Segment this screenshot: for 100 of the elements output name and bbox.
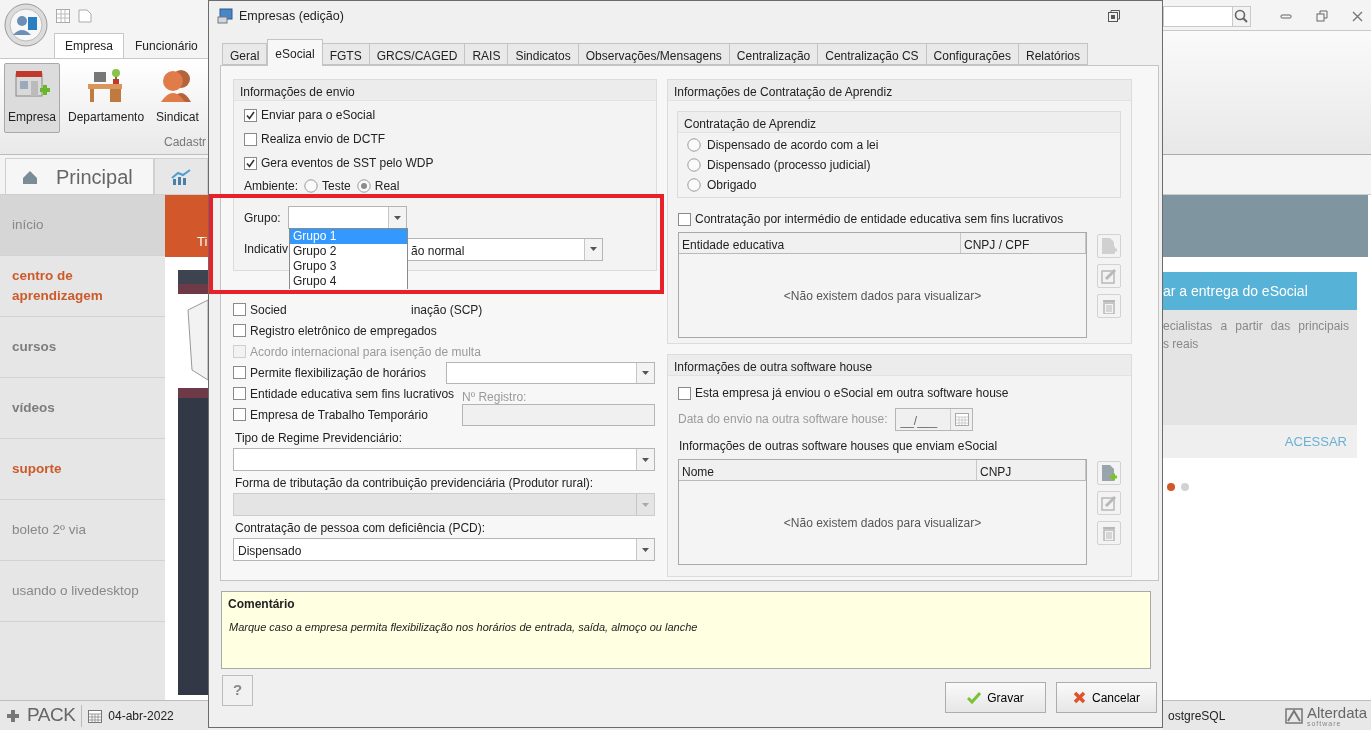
checkbox[interactable] [678, 386, 691, 400]
radio-label: Dispensado (processo judicial) [707, 157, 871, 174]
ribbon-group-label: Cadastr [164, 134, 207, 151]
home-icon [22, 169, 38, 184]
radio-button[interactable] [687, 178, 701, 192]
dropdown-option[interactable]: Grupo 3 [290, 259, 407, 274]
checkbox[interactable] [244, 156, 257, 170]
tab[interactable]: Relatórios [1019, 43, 1089, 65]
edit-icon [1101, 268, 1117, 284]
field-label: Forma de tributação da contribuição previdenciária (Produtor rural): [234, 475, 595, 492]
app-menu-button[interactable] [4, 3, 48, 47]
checkbox[interactable] [233, 387, 246, 400]
group-title: Contratação de Aprendiz [678, 112, 1120, 133]
ribbon-tab[interactable]: Funcionário [124, 33, 208, 58]
column-header: CNPJ / CPF [961, 233, 1086, 253]
tab[interactable]: Configurações [926, 43, 1019, 65]
tab[interactable]: Centralização CS [818, 43, 927, 65]
carousel-dot[interactable] [1181, 483, 1189, 491]
restore-icon[interactable] [1108, 10, 1120, 22]
tab[interactable]: Centralização [729, 43, 819, 65]
column-header: Entidade educativa [679, 233, 961, 253]
field-label: Contratação de pessoa com deficiência (PCD): [234, 520, 487, 537]
dialog-button[interactable]: Gravar [945, 682, 1046, 713]
tab[interactable]: GRCS/CAGED [369, 43, 466, 65]
caret-icon [642, 370, 649, 375]
dropdown-field[interactable] [446, 361, 655, 384]
checkbox[interactable] [233, 408, 246, 421]
vendor-logo-icon [1284, 707, 1303, 724]
card-title: ar a entrega do eSocial [1163, 272, 1357, 310]
calendar-icon [88, 708, 103, 723]
checkbox-label: Empresa de Trabalho Temporário [250, 406, 428, 424]
dropdown-field[interactable] [288, 206, 407, 229]
checkbox-label: inação (SCP) [411, 301, 483, 319]
brand-logo: PACK [27, 703, 76, 728]
search-field[interactable] [1163, 5, 1233, 27]
checkbox-label: Registro eletrônico de empregados [250, 322, 437, 340]
toolbar-button[interactable] [1097, 461, 1121, 485]
caret-icon [642, 502, 649, 507]
dialog-button[interactable]: Cancelar [1056, 682, 1157, 713]
checkbox[interactable] [233, 324, 246, 337]
grid-icon[interactable] [56, 9, 70, 23]
window-icon [217, 8, 233, 24]
checkbox-label: Realiza envio de DCTF [261, 131, 386, 148]
column-header: CNPJ [977, 460, 1086, 480]
check-icon [967, 691, 982, 704]
dropdown-field[interactable] [233, 448, 655, 471]
tab[interactable]: Geral [222, 43, 268, 65]
add-document-icon [1101, 464, 1117, 482]
caret-icon [590, 247, 597, 251]
tab[interactable]: Observações/Mensagens [578, 43, 730, 65]
dropdown-field[interactable]: Dispensado [233, 538, 655, 561]
carousel-dot[interactable] [1167, 483, 1175, 491]
window-title: Empresas (edição) [239, 7, 344, 25]
status-date: 04-abr-2022 [108, 707, 174, 725]
empty-message: <Não existem dados para visualizar> [782, 287, 983, 305]
edit-icon [1101, 495, 1117, 511]
chart-icon [171, 168, 191, 185]
ribbon-button[interactable]: Departamento [64, 63, 149, 133]
view-tab[interactable] [154, 158, 208, 194]
trash-icon [1102, 525, 1116, 541]
add-document-icon [1101, 237, 1117, 255]
checkbox[interactable] [678, 212, 691, 226]
checkbox-label: Contratação por intermédio de entidade educativa sem fins lucrativos [695, 211, 1064, 228]
group-title: Informações de envio [234, 80, 656, 101]
ribbon-button[interactable]: Empresa [4, 63, 61, 133]
tab[interactable]: RAIS [465, 43, 509, 65]
dropdown-option[interactable]: Grupo 2 [290, 244, 407, 259]
field-label: Data do envio na outra software house: [678, 411, 888, 428]
document-icon[interactable] [78, 9, 92, 23]
ribbon-tab[interactable]: Empresa [54, 33, 125, 58]
close-icon [1073, 691, 1086, 704]
dropdown-option[interactable]: Grupo 4 [290, 274, 407, 289]
radio-button[interactable] [687, 138, 701, 152]
trash-icon [1102, 298, 1116, 314]
view-tab[interactable]: Principal [5, 158, 154, 194]
checkbox[interactable] [233, 366, 246, 379]
restore-icon[interactable] [1316, 9, 1329, 23]
search-icon [1234, 9, 1249, 23]
checkbox[interactable] [244, 132, 257, 146]
radio-button[interactable] [687, 158, 701, 172]
tab[interactable]: FGTS [322, 43, 370, 65]
tab[interactable]: Sindicatos [508, 43, 579, 65]
group-title: Informações de outra software house [668, 355, 1131, 376]
radio-button[interactable] [356, 179, 371, 193]
calendar-icon [954, 412, 969, 426]
status-text: ostgreSQL [1168, 707, 1226, 725]
checkbox-label: Gera eventos de SST pelo WDP [261, 155, 434, 172]
radio-label: Obrigado [707, 177, 757, 194]
checkbox[interactable] [233, 303, 246, 316]
radio-label: Dispensado de acordo com a lei [707, 137, 879, 154]
radio-button[interactable] [304, 179, 319, 193]
search-button[interactable] [1232, 5, 1252, 27]
vendor-name: Alterdata [1306, 704, 1367, 720]
checkbox-label: Entidade educativa sem fins lucrativos [250, 385, 455, 403]
radio-label: Teste [322, 178, 351, 195]
checkbox[interactable] [244, 108, 257, 122]
ribbon-button[interactable]: Sindicat [152, 63, 203, 133]
tab[interactable]: eSocial [267, 39, 323, 66]
close-icon[interactable] [1352, 9, 1365, 23]
text-field[interactable] [462, 404, 655, 426]
